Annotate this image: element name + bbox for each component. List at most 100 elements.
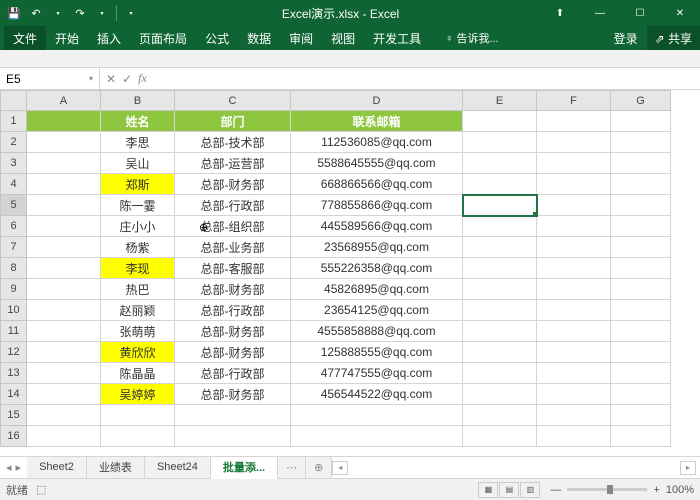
tab-layout[interactable]: 页面布局 xyxy=(130,26,196,50)
cell[interactable] xyxy=(463,237,537,258)
cell[interactable] xyxy=(27,300,101,321)
cell[interactable] xyxy=(611,342,671,363)
ribbon-display-icon[interactable]: ⬆ xyxy=(540,0,580,26)
cell[interactable] xyxy=(463,132,537,153)
cell[interactable] xyxy=(537,300,611,321)
cell[interactable]: 555226358@qq.com xyxy=(291,258,463,279)
tab-file[interactable]: 文件 xyxy=(4,26,46,50)
cell[interactable] xyxy=(27,174,101,195)
cell[interactable]: 112536085@qq.com xyxy=(291,132,463,153)
cell[interactable] xyxy=(611,384,671,405)
row-header[interactable]: 12 xyxy=(1,342,27,363)
cell[interactable] xyxy=(537,195,611,216)
cell[interactable]: 4555858888@qq.com xyxy=(291,321,463,342)
login-button[interactable]: 登录 xyxy=(605,26,647,50)
cell[interactable]: 总部-运营部 xyxy=(175,153,291,174)
cell[interactable]: 热巴 xyxy=(101,279,175,300)
cell[interactable] xyxy=(611,195,671,216)
cell[interactable] xyxy=(463,195,537,216)
cell[interactable]: 联系邮箱 xyxy=(291,111,463,132)
cell[interactable] xyxy=(611,216,671,237)
cell[interactable] xyxy=(463,321,537,342)
cell[interactable]: 陈一霎 xyxy=(101,195,175,216)
cell[interactable]: 125888555@qq.com xyxy=(291,342,463,363)
cell[interactable]: 总部-业务部 xyxy=(175,237,291,258)
close-button[interactable]: ✕ xyxy=(660,0,700,26)
cell[interactable] xyxy=(463,363,537,384)
tab-data[interactable]: 数据 xyxy=(238,26,280,50)
cell[interactable]: 庄小小 xyxy=(101,216,175,237)
tab-insert[interactable]: 插入 xyxy=(88,26,130,50)
cell[interactable]: 总部-技术部 xyxy=(175,132,291,153)
cell[interactable]: 668866566@qq.com xyxy=(291,174,463,195)
cell[interactable] xyxy=(27,195,101,216)
cell[interactable]: 赵丽颖 xyxy=(101,300,175,321)
name-box[interactable]: E5 xyxy=(0,68,100,90)
zoom-in-button[interactable]: + xyxy=(653,484,659,496)
cell[interactable] xyxy=(27,279,101,300)
cell[interactable]: 郑斯 xyxy=(101,174,175,195)
cell[interactable] xyxy=(463,153,537,174)
row-header[interactable]: 7 xyxy=(1,237,27,258)
view-normal-icon[interactable]: ▦ xyxy=(478,482,498,498)
cell[interactable]: 黄欣欣 xyxy=(101,342,175,363)
scroll-right-icon[interactable]: ▸ xyxy=(680,461,696,475)
cell[interactable] xyxy=(463,384,537,405)
tab-review[interactable]: 审阅 xyxy=(280,26,322,50)
cell[interactable]: 477747555@qq.com xyxy=(291,363,463,384)
tab-dev[interactable]: 开发工具 xyxy=(364,26,430,50)
cell[interactable] xyxy=(27,153,101,174)
cell[interactable] xyxy=(463,300,537,321)
cell[interactable] xyxy=(611,174,671,195)
cell[interactable] xyxy=(537,342,611,363)
row-header[interactable]: 6 xyxy=(1,216,27,237)
cell[interactable]: 778855866@qq.com xyxy=(291,195,463,216)
share-button[interactable]: ⇗ 共享 xyxy=(647,26,700,50)
cell[interactable]: 部门 xyxy=(175,111,291,132)
cell[interactable]: 张萌萌 xyxy=(101,321,175,342)
zoom-slider[interactable] xyxy=(567,488,647,491)
cell[interactable] xyxy=(463,279,537,300)
scroll-left-icon[interactable]: ◂ xyxy=(332,461,348,475)
cancel-icon[interactable]: ✕ xyxy=(106,72,116,86)
cell[interactable]: 李思 xyxy=(101,132,175,153)
row-header[interactable]: 11 xyxy=(1,321,27,342)
redo-icon[interactable]: ↷ xyxy=(70,3,90,23)
row-header[interactable]: 1 xyxy=(1,111,27,132)
cell[interactable] xyxy=(537,237,611,258)
row-header[interactable]: 4 xyxy=(1,174,27,195)
cell[interactable]: 李现 xyxy=(101,258,175,279)
col-header[interactable]: E xyxy=(463,91,537,111)
cell[interactable] xyxy=(537,132,611,153)
cell[interactable] xyxy=(537,216,611,237)
col-header[interactable]: A xyxy=(27,91,101,111)
cell[interactable] xyxy=(463,216,537,237)
cell[interactable] xyxy=(27,384,101,405)
cell[interactable] xyxy=(611,363,671,384)
cell[interactable] xyxy=(27,237,101,258)
cell[interactable] xyxy=(27,132,101,153)
cell[interactable] xyxy=(537,321,611,342)
cell[interactable]: 总部-财务部 xyxy=(175,321,291,342)
cell[interactable] xyxy=(537,279,611,300)
maximize-button[interactable]: ☐ xyxy=(620,0,660,26)
cell[interactable]: 445589566@qq.com xyxy=(291,216,463,237)
tab-home[interactable]: 开始 xyxy=(46,26,88,50)
col-header[interactable]: C xyxy=(175,91,291,111)
sheet-tab[interactable]: Sheet24 xyxy=(145,457,211,479)
col-header[interactable]: F xyxy=(537,91,611,111)
sheet-tab[interactable]: 批量添... xyxy=(211,457,278,479)
cell[interactable]: 吴婷婷 xyxy=(101,384,175,405)
cell[interactable] xyxy=(611,321,671,342)
row-header[interactable]: 8 xyxy=(1,258,27,279)
cell[interactable]: 总部-客服部 xyxy=(175,258,291,279)
cell[interactable]: 456544522@qq.com xyxy=(291,384,463,405)
row-header[interactable]: 16 xyxy=(1,426,27,447)
cell[interactable]: 23654125@qq.com xyxy=(291,300,463,321)
cell[interactable]: 总部-财务部 xyxy=(175,342,291,363)
minimize-button[interactable]: — xyxy=(580,0,620,26)
cell[interactable] xyxy=(537,384,611,405)
spreadsheet-grid[interactable]: A B C D E F G 1姓名部门联系邮箱 2 李思 总部-技术部 1125… xyxy=(0,90,700,456)
cell[interactable] xyxy=(611,279,671,300)
cell[interactable]: 总部-行政部 xyxy=(175,195,291,216)
